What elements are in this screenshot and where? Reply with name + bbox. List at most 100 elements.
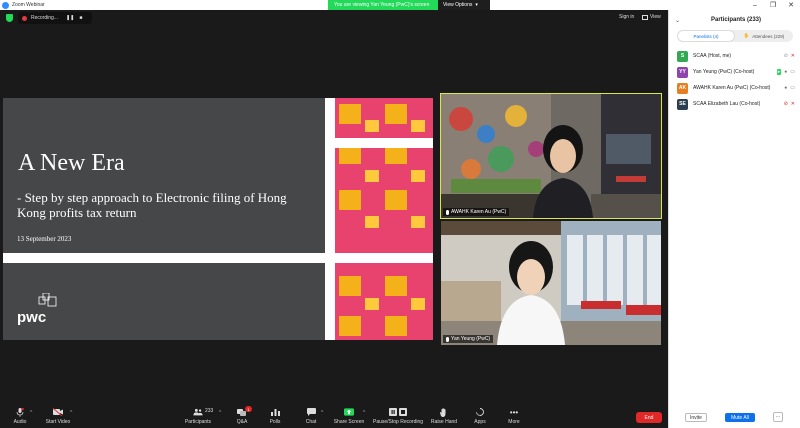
recording-indicator: Recording... ❚❚ ■ bbox=[18, 12, 92, 24]
participants-title: Participants (233) bbox=[711, 17, 762, 23]
video-camera-off-icon bbox=[53, 408, 63, 416]
participant-name: SCAA (Host, me) bbox=[693, 53, 732, 59]
video-off-icon: ✕ bbox=[790, 101, 795, 107]
more-options-button[interactable]: ··· bbox=[773, 412, 783, 422]
raise-hand-button[interactable]: Raise Hand bbox=[424, 396, 464, 428]
chat-options-chevron-icon[interactable]: ^ bbox=[321, 410, 323, 416]
participants-panel: ⌄ Participants (233) Panelists (4) ✋ Att… bbox=[668, 10, 800, 428]
minimize-button[interactable]: – bbox=[746, 0, 764, 10]
meeting-top-bar: Recording... ❚❚ ■ Sign in View bbox=[0, 10, 668, 26]
more-button[interactable]: ••• More bbox=[494, 396, 534, 428]
list-item[interactable]: YY Yan Yeung (PwC) (Co-host) ▸ ● ▭ bbox=[669, 64, 800, 80]
close-button[interactable]: ✕ bbox=[782, 0, 800, 10]
participants-label: Participants bbox=[184, 419, 212, 425]
raise-hand-icon bbox=[439, 407, 449, 417]
meeting-area: Recording... ❚❚ ■ Sign in View A New Era… bbox=[0, 10, 668, 428]
avatar: S bbox=[677, 50, 688, 62]
viewing-message: You are viewing Yan Yeung (PwC)'s screen bbox=[328, 0, 438, 10]
participants-footer: Invite Mute All ··· bbox=[669, 408, 800, 428]
record-icon bbox=[22, 15, 27, 21]
shield-icon[interactable] bbox=[6, 14, 13, 22]
participant-status-icons: ⊘ ✕ bbox=[781, 53, 795, 59]
more-dots-icon: ••• bbox=[509, 407, 519, 417]
qa-badge: 1 bbox=[245, 406, 252, 412]
participant-status-icons: ● ▭ bbox=[781, 85, 795, 91]
chat-button[interactable]: Chat bbox=[291, 396, 331, 428]
participants-count: 233 bbox=[205, 408, 214, 414]
list-item[interactable]: S SCAA (Host, me) ⊘ ✕ bbox=[669, 48, 800, 64]
participant-name-label: AWAHK Karen Au (PwC) bbox=[443, 208, 510, 216]
window-title: Zoom Webinar bbox=[12, 2, 45, 8]
audio-button[interactable]: Audio bbox=[0, 396, 40, 428]
polls-icon bbox=[270, 408, 280, 416]
more-label: More bbox=[508, 419, 520, 425]
pwc-logo-mark bbox=[38, 293, 57, 307]
participant-name: SCAA Elizabeth Lau (Co-host) bbox=[693, 101, 761, 107]
raise-hand-label: Raise Hand bbox=[430, 419, 458, 425]
apps-label: Apps bbox=[474, 419, 486, 425]
polls-label: Polls bbox=[269, 419, 281, 425]
chat-icon bbox=[306, 408, 316, 416]
stop-recording-icon[interactable]: ■ bbox=[79, 15, 82, 21]
audio-options-chevron-icon[interactable]: ^ bbox=[30, 410, 32, 416]
end-button[interactable]: End bbox=[636, 412, 662, 423]
participant-name: AWAHK Karen Au (PwC) (Co-host) bbox=[693, 85, 771, 91]
mute-all-button[interactable]: Mute All bbox=[725, 413, 755, 422]
mic-muted-icon: ⊘ bbox=[783, 101, 788, 107]
pause-stop-icon bbox=[388, 408, 408, 416]
window-controls: – ❐ ✕ bbox=[746, 0, 800, 10]
grid-view-icon bbox=[642, 14, 648, 20]
restore-button[interactable]: ❐ bbox=[764, 0, 782, 10]
collapse-chevron-icon[interactable]: ⌄ bbox=[675, 17, 680, 24]
participant-status-icons: ▸ ● ▭ bbox=[774, 69, 795, 75]
view-options-label: View Options bbox=[443, 2, 473, 8]
chevron-down-icon: ▾ bbox=[475, 2, 478, 8]
slide-title: A New Era bbox=[18, 150, 125, 176]
share-options-chevron-icon[interactable]: ^ bbox=[363, 410, 365, 416]
shared-slide: A New Era - Step by step approach to Ele… bbox=[3, 98, 433, 340]
mic-muted-icon: ⊘ bbox=[783, 53, 788, 59]
participants-options-chevron-icon[interactable]: ^ bbox=[219, 410, 221, 416]
participant-name: Yan Yeung (PwC) bbox=[451, 336, 491, 342]
meeting-toolbar: Audio ^ Start Video ^ Participants 233 ^… bbox=[0, 396, 668, 428]
slide-divider bbox=[335, 138, 433, 148]
avatar: SE bbox=[677, 98, 688, 110]
list-item[interactable]: SE SCAA Elizabeth Lau (Co-host) ⊘ ✕ bbox=[669, 96, 800, 112]
microphone-icon: ● bbox=[784, 69, 788, 75]
panelist-list: S SCAA (Host, me) ⊘ ✕ YY Yan Yeung (PwC)… bbox=[669, 48, 800, 112]
video-options-chevron-icon[interactable]: ^ bbox=[70, 410, 72, 416]
screen-share-icon: ▸ bbox=[776, 69, 782, 75]
view-button[interactable]: View bbox=[642, 14, 661, 20]
participants-header: ⌄ Participants (233) bbox=[669, 14, 800, 26]
view-options-button[interactable]: View Options ▾ bbox=[438, 0, 490, 10]
polls-button[interactable]: Polls bbox=[255, 396, 295, 428]
participant-name-label: Yan Yeung (PwC) bbox=[443, 335, 494, 343]
tab-panelists[interactable]: Panelists (4) bbox=[677, 30, 735, 42]
participant-status-icons: ⊘ ✕ bbox=[781, 101, 795, 107]
microphone-icon bbox=[446, 336, 449, 342]
screen-share-banner: You are viewing Yan Yeung (PwC)'s screen… bbox=[328, 0, 490, 10]
video-camera-icon: ▭ bbox=[790, 69, 795, 75]
slide-subtitle: - Step by step approach to Electronic fi… bbox=[17, 190, 287, 220]
list-item[interactable]: AK AWAHK Karen Au (PwC) (Co-host) ● ▭ bbox=[669, 80, 800, 96]
slide-date: 13 September 2023 bbox=[17, 235, 72, 243]
participant-tabs: Panelists (4) ✋ Attendees (229) bbox=[677, 30, 793, 42]
share-screen-icon bbox=[344, 408, 354, 416]
video-tile[interactable]: Yan Yeung (PwC) bbox=[441, 221, 661, 345]
pause-stop-recording-button[interactable]: Pause/Stop Recording bbox=[373, 396, 423, 428]
video-tile[interactable]: AWAHK Karen Au (PwC) bbox=[440, 93, 662, 219]
zoom-app-icon bbox=[2, 1, 9, 9]
tab-attendees[interactable]: ✋ Attendees (229) bbox=[735, 30, 793, 42]
slide-pattern bbox=[335, 98, 433, 340]
audio-label: Audio bbox=[13, 419, 27, 425]
zoom-window: Zoom Webinar – ❐ ✕ You are viewing Yan Y… bbox=[0, 0, 800, 428]
microphone-icon: ● bbox=[784, 85, 788, 91]
video-feed bbox=[441, 94, 661, 218]
pause-recording-icon[interactable]: ❚❚ bbox=[66, 15, 74, 21]
microphone-icon bbox=[15, 407, 25, 417]
video-feed bbox=[441, 221, 661, 345]
qa-label: Q&A bbox=[236, 419, 248, 425]
participant-name: AWAHK Karen Au (PwC) bbox=[451, 209, 507, 215]
invite-button[interactable]: Invite bbox=[685, 413, 707, 422]
sign-in-link[interactable]: Sign in bbox=[619, 14, 634, 20]
